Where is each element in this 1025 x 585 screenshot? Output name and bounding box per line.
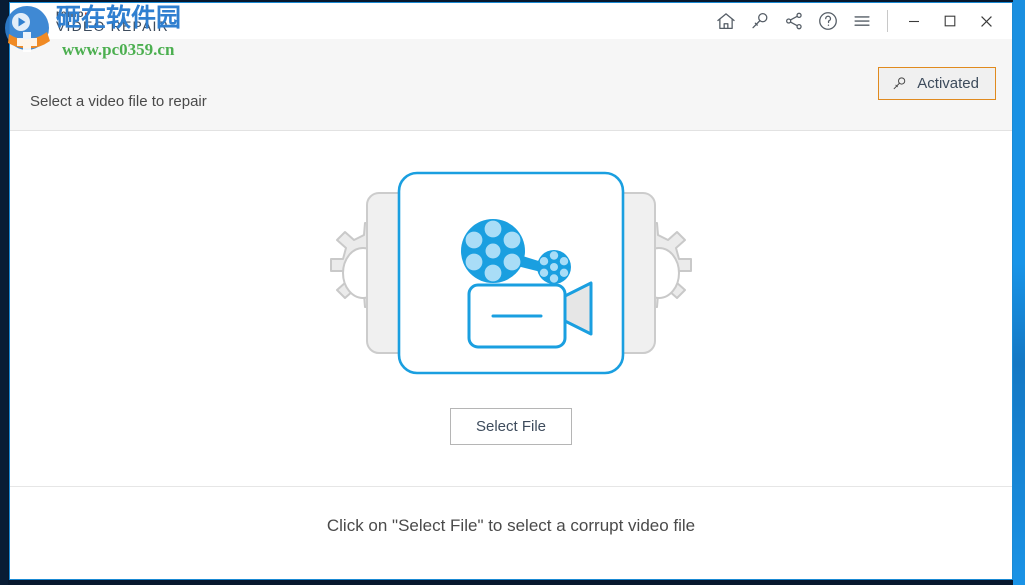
- activated-label: Activated: [917, 75, 979, 92]
- brand-product-name: VIDEO REPAIR: [56, 17, 169, 34]
- page-subtitle: Select a video file to repair: [30, 93, 207, 110]
- menu-icon[interactable]: [845, 4, 879, 38]
- activated-button[interactable]: Activated: [878, 67, 996, 100]
- close-button[interactable]: [968, 4, 1004, 38]
- app-window: remo▪ VIDEO REPAIR Select a video file t…: [9, 2, 1013, 580]
- titlebar-divider: [887, 10, 888, 32]
- share-icon[interactable]: [777, 4, 811, 38]
- title-bar: remo▪ VIDEO REPAIR: [10, 3, 1012, 39]
- home-icon[interactable]: [709, 4, 743, 38]
- desktop-right-edge: [1013, 0, 1025, 585]
- minimize-button[interactable]: [896, 4, 932, 38]
- brand-name: remo▪: [56, 8, 89, 20]
- app-logo: remo▪ VIDEO REPAIR: [10, 3, 169, 39]
- video-repair-illustration: [301, 163, 721, 388]
- hint-text: Click on "Select File" to select a corru…: [326, 516, 696, 535]
- content-separator: [10, 486, 1012, 487]
- main-content: Select File Click on "Select File" to se…: [10, 131, 1012, 579]
- maximize-button[interactable]: [932, 4, 968, 38]
- help-icon[interactable]: [811, 4, 845, 38]
- select-file-button[interactable]: Select File: [450, 408, 572, 445]
- header-band: Select a video file to repair Activated: [10, 39, 1012, 131]
- brand-dot-icon: ▪: [84, 8, 89, 20]
- titlebar-actions: [709, 3, 1012, 39]
- key-icon[interactable]: [743, 4, 777, 38]
- key-icon: [891, 75, 908, 92]
- desktop-left-edge: [0, 0, 8, 585]
